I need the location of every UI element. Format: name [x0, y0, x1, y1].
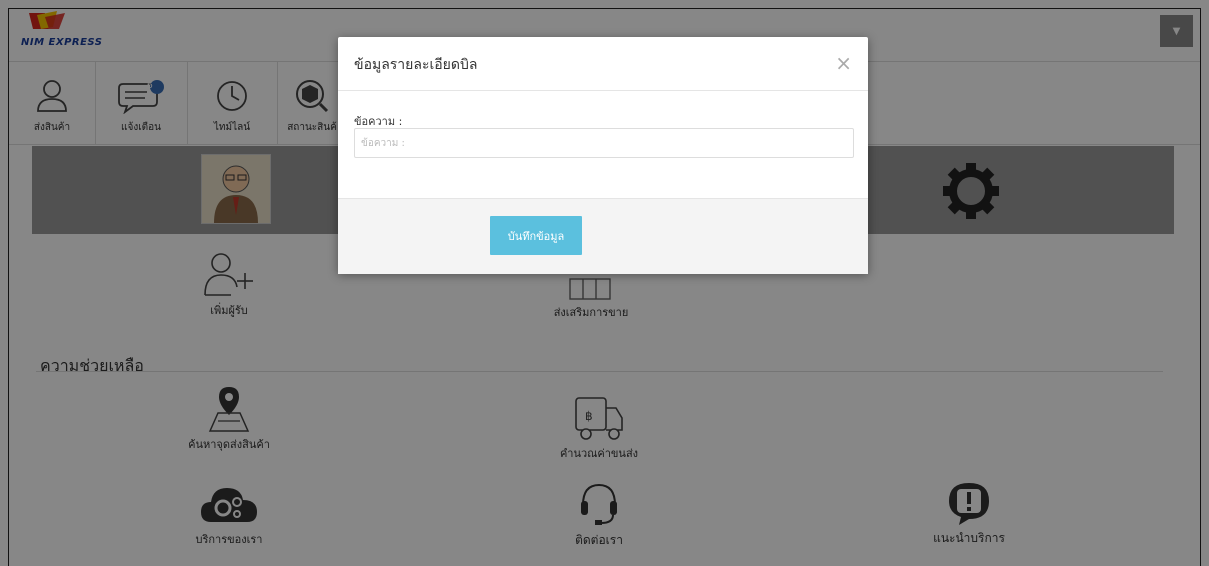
save-button[interactable]: บันทึกข้อมูล: [490, 216, 582, 255]
bill-details-modal: ข้อมูลรายละเอียดบิล × ข้อความ : บันทึกข้…: [338, 37, 868, 274]
close-icon[interactable]: ×: [835, 53, 852, 73]
modal-body: ข้อความ :: [338, 91, 868, 199]
message-input[interactable]: [354, 128, 854, 158]
modal-header: ข้อมูลรายละเอียดบิล ×: [338, 37, 868, 91]
modal-title: ข้อมูลรายละเอียดบิล: [354, 57, 478, 73]
modal-footer: บันทึกข้อมูล: [338, 198, 868, 274]
